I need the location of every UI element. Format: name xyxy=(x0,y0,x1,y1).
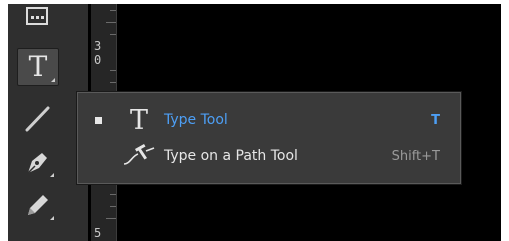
ruler-label: 3 xyxy=(94,39,102,53)
flyout-item-type-tool[interactable]: T Type Tool T xyxy=(78,104,460,136)
pencil-tool-button[interactable] xyxy=(17,187,57,223)
flyout-item-type-on-path-tool[interactable]: Type on a Path Tool Shift+T xyxy=(78,140,460,172)
pencil-icon xyxy=(28,195,48,215)
ruler-tick xyxy=(110,82,116,83)
type-icon: T xyxy=(129,104,148,136)
line-icon xyxy=(25,106,50,132)
ruler-label: 0 xyxy=(94,53,102,67)
flyout-item-shortcut: Shift+T xyxy=(391,148,440,164)
tools-panel: T xyxy=(8,4,88,241)
grid-frame-icon xyxy=(26,7,48,25)
flyout-item-label: Type Tool xyxy=(164,112,228,128)
ruler-tick xyxy=(110,34,116,35)
pen-icon xyxy=(27,153,47,174)
ruler-tick xyxy=(110,206,116,207)
selected-bullet-icon xyxy=(95,116,102,124)
type-tool-button[interactable]: T xyxy=(17,48,59,86)
flyout-item-label: Type on a Path Tool xyxy=(164,148,298,164)
app-window: T 3 0 5 T Type Tool T Type on a Path Too… xyxy=(8,4,501,241)
ruler-label: 5 xyxy=(94,226,102,240)
ruler-tick xyxy=(106,218,116,219)
pen-tool-button[interactable] xyxy=(17,144,57,180)
flyout-indicator-icon xyxy=(50,173,54,177)
flyout-item-shortcut: T xyxy=(431,112,440,128)
ruler-tick xyxy=(110,70,116,71)
line-tool-button[interactable] xyxy=(17,101,57,137)
type-tool-flyout-menu: T Type Tool T Type on a Path Tool Shift+… xyxy=(77,92,461,184)
frame-grid-tool-button[interactable] xyxy=(17,4,57,28)
canvas-area[interactable] xyxy=(117,4,501,92)
type-icon: T xyxy=(28,50,48,83)
ruler-tick xyxy=(110,194,116,195)
type-on-path-icon xyxy=(122,141,156,171)
ruler-tick xyxy=(106,22,116,23)
flyout-indicator-icon xyxy=(51,78,55,82)
flyout-indicator-icon xyxy=(50,216,54,220)
ruler-tick xyxy=(110,10,116,11)
